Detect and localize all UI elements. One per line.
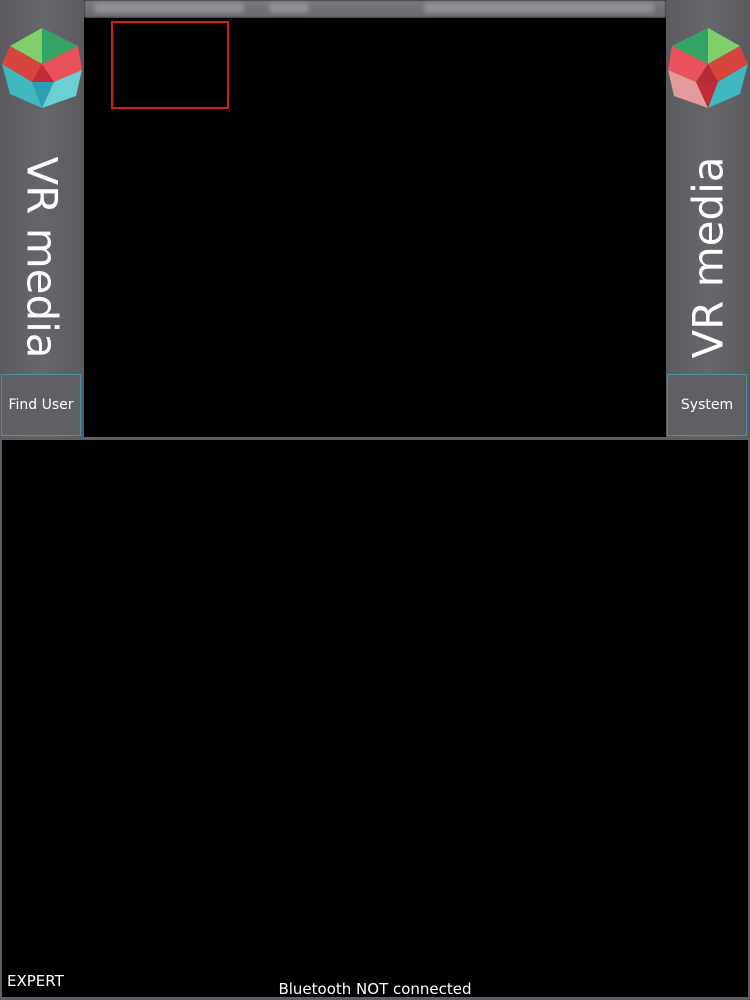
cube-logo-icon: [2, 28, 82, 108]
status-bar-blurred-text: [424, 3, 654, 13]
app-root: VR media Find User VR media System EXPER…: [0, 0, 750, 1000]
bluetooth-status: Bluetooth NOT connected: [278, 980, 472, 998]
brand-vertical-text: VR media: [0, 150, 84, 365]
find-user-button[interactable]: Find User: [1, 374, 81, 436]
status-bar-blurred-text: [269, 3, 309, 13]
status-bar: [84, 0, 666, 18]
system-button[interactable]: System: [667, 374, 747, 436]
brand-text: VR media: [17, 156, 67, 359]
brand-vertical-text: VR media: [666, 150, 750, 365]
right-sidebar: VR media System: [666, 0, 750, 438]
bottom-video-view[interactable]: [2, 440, 748, 996]
status-bar-blurred-text: [94, 3, 244, 13]
frame-border: [0, 440, 2, 1000]
brand-text: VR media: [683, 156, 733, 359]
cube-logo-icon: [668, 28, 748, 108]
left-sidebar: VR media Find User: [0, 0, 84, 438]
selection-rectangle[interactable]: [111, 21, 229, 109]
